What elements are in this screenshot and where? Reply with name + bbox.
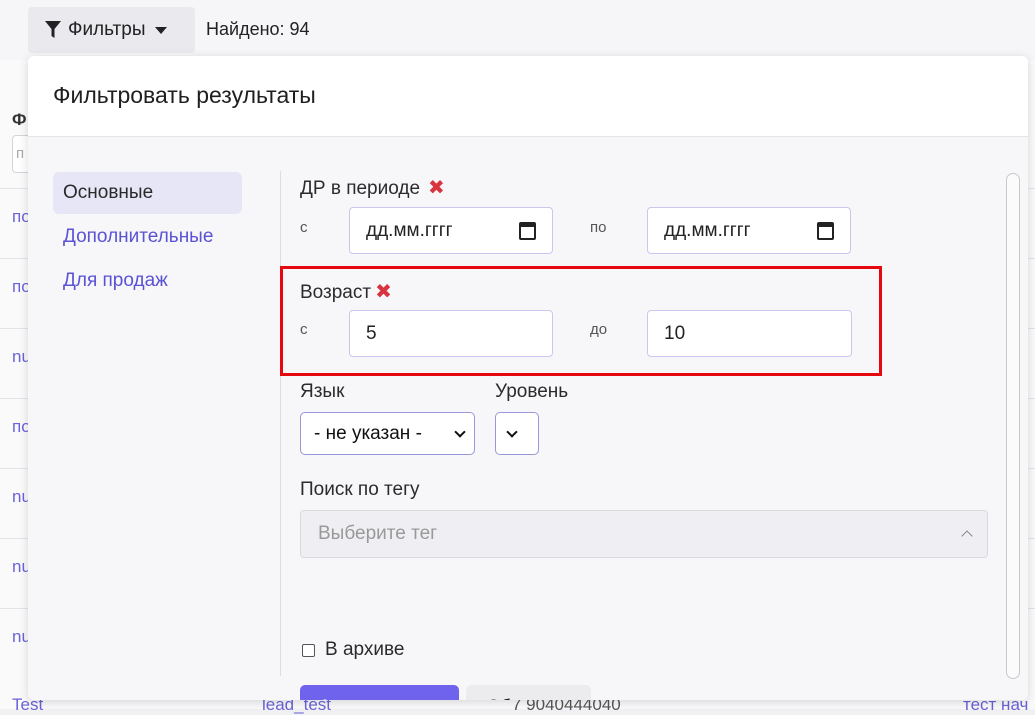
table-header-cell: Ф <box>12 110 27 129</box>
nav-item-basic[interactable]: Основные <box>53 172 242 214</box>
tag-search-placeholder: Выберите тег <box>318 523 438 544</box>
tag-search-select[interactable]: Выберите тег <box>300 510 988 558</box>
birthday-to-label: по <box>590 219 607 236</box>
language-label: Язык <box>300 381 345 402</box>
calendar-icon[interactable] <box>817 221 834 240</box>
birthday-from-placeholder: дд.мм.гггг <box>366 219 453 241</box>
age-to-input[interactable]: 10 <box>647 310 852 357</box>
results-count: Найдено: 94 <box>206 19 310 39</box>
chevron-up-icon <box>961 530 973 542</box>
language-selected-value: - не указан - <box>314 422 422 444</box>
nav-divider <box>280 171 281 676</box>
chevron-down-icon <box>454 425 466 438</box>
language-select[interactable]: - не указан - <box>300 412 475 455</box>
level-label: Уровень <box>495 381 569 402</box>
age-from-label: с <box>300 321 308 338</box>
age-from-input[interactable]: 5 <box>349 310 553 357</box>
birthday-period-label-text: ДР в периоде <box>300 178 421 199</box>
archive-label[interactable]: В архиве <box>325 639 404 661</box>
age-to-value: 10 <box>664 322 686 344</box>
age-from-value: 5 <box>366 322 377 344</box>
archive-checkbox[interactable] <box>302 644 315 657</box>
filter-category-nav: Основные Дополнительные Для продаж <box>53 172 242 304</box>
modal-header: Фильтровать результаты <box>28 56 1028 137</box>
chevron-down-icon <box>506 425 518 438</box>
filter-modal: Фильтровать результаты Основные Дополнит… <box>28 56 1028 700</box>
birthday-to-date-input[interactable]: дд.мм.гггг <box>647 207 851 254</box>
nav-item-additional[interactable]: Дополнительные <box>53 216 242 258</box>
filter-form: ДР в периоде ✖ с дд.мм.гггг по дд.мм.гггг… <box>280 172 990 700</box>
filters-toggle-label: Фильтры <box>68 19 146 40</box>
modal-title: Фильтровать результаты <box>53 81 316 108</box>
top-toolbar: Фильтры Найдено: 94 <box>0 0 1035 60</box>
nav-item-sales[interactable]: Для продаж <box>53 260 242 302</box>
funnel-icon <box>45 21 61 38</box>
tag-search-label: Поиск по тегу <box>300 479 420 500</box>
clear-birthday-icon[interactable]: ✖ <box>428 175 445 200</box>
age-label: Возраст ✖ <box>300 279 392 304</box>
birthday-from-date-input[interactable]: дд.мм.гггг <box>349 207 553 254</box>
birthday-period-label: ДР в периоде ✖ <box>300 175 445 200</box>
age-to-label: до <box>590 321 608 338</box>
birthday-from-label: с <box>300 219 308 236</box>
filters-toggle-button[interactable]: Фильтры <box>28 7 195 53</box>
birthday-to-placeholder: дд.мм.гггг <box>664 219 751 241</box>
caret-down-icon <box>155 26 168 34</box>
reset-button[interactable]: Сбросить <box>466 685 591 700</box>
clear-age-icon[interactable]: ✖ <box>375 279 392 304</box>
age-label-text: Возраст <box>300 282 372 303</box>
scrollbar[interactable] <box>1006 173 1020 679</box>
level-select[interactable] <box>495 412 539 455</box>
calendar-icon[interactable] <box>519 221 536 240</box>
filter-button[interactable]: Фильтровать <box>300 685 459 700</box>
